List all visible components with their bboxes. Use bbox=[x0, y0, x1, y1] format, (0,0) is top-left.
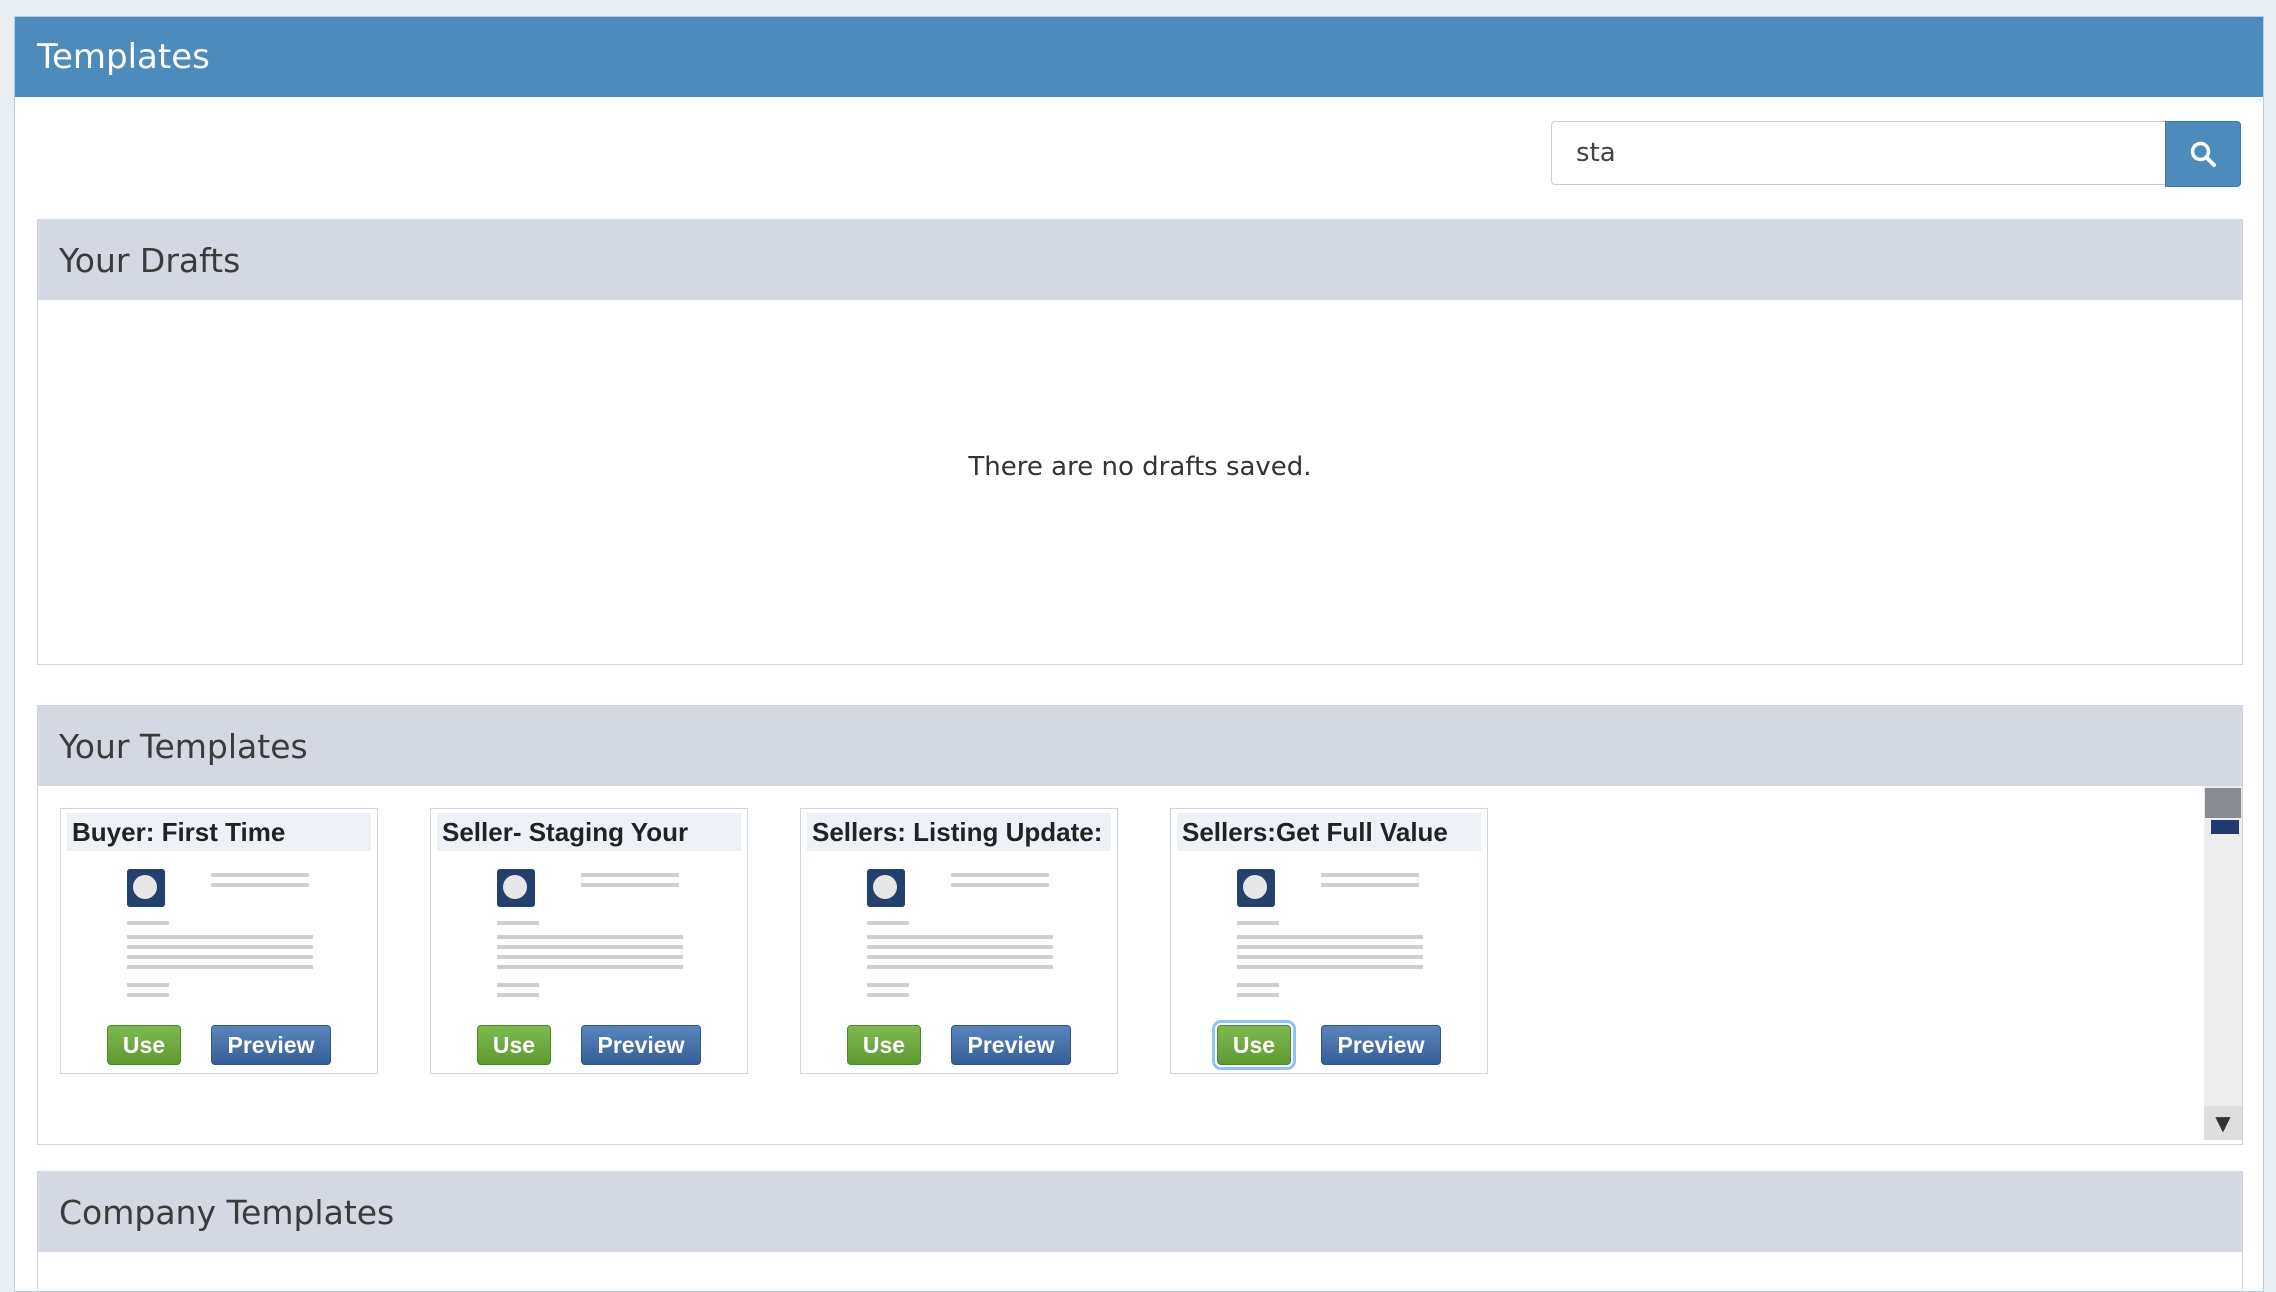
preview-button[interactable]: Preview bbox=[211, 1025, 331, 1065]
template-card: Seller- Staging Your Use Preview bbox=[430, 808, 748, 1074]
template-title: Buyer: First Time bbox=[67, 813, 371, 851]
search-button[interactable] bbox=[2165, 121, 2241, 187]
template-title: Sellers: Listing Update: bbox=[807, 813, 1111, 851]
drafts-empty-message: There are no drafts saved. bbox=[968, 452, 1312, 482]
preview-button[interactable]: Preview bbox=[951, 1025, 1071, 1065]
page-title: Templates bbox=[15, 17, 2263, 97]
template-card: Sellers:Get Full Value Use Preview bbox=[1170, 808, 1488, 1074]
company-templates-panel: Company Templates bbox=[37, 1171, 2243, 1291]
template-card: Buyer: First Time Use Preview bbox=[60, 808, 378, 1074]
template-title: Sellers:Get Full Value bbox=[1177, 813, 1481, 851]
template-thumbnail bbox=[127, 869, 313, 999]
logo-icon bbox=[497, 869, 535, 907]
use-button[interactable]: Use bbox=[1212, 1020, 1296, 1070]
template-thumbnail bbox=[1237, 869, 1423, 999]
scrollbar-thumb[interactable] bbox=[2205, 788, 2241, 818]
template-list-scrollbar[interactable]: ▼ bbox=[2204, 786, 2242, 1140]
templates-page: Templates Your Drafts There are no draft… bbox=[14, 16, 2264, 1292]
use-button[interactable]: Use bbox=[107, 1025, 181, 1065]
use-button[interactable]: Use bbox=[477, 1025, 551, 1065]
drafts-title: Your Drafts bbox=[38, 220, 2242, 300]
preview-button[interactable]: Preview bbox=[1321, 1025, 1441, 1065]
preview-button[interactable]: Preview bbox=[581, 1025, 701, 1065]
template-list[interactable]: Buyer: First Time Use Preview Seller- St… bbox=[38, 786, 2242, 1142]
your-templates-title: Your Templates bbox=[38, 706, 2242, 786]
logo-icon bbox=[867, 869, 905, 907]
company-templates-title: Company Templates bbox=[38, 1172, 2242, 1252]
scrollbar-indicator bbox=[2211, 820, 2239, 834]
template-thumbnail bbox=[497, 869, 683, 999]
template-title: Seller- Staging Your bbox=[437, 813, 741, 851]
your-templates-panel: Your Templates Buyer: First Time Use Pre… bbox=[37, 705, 2243, 1145]
search-icon bbox=[2190, 141, 2216, 167]
use-button[interactable]: Use bbox=[847, 1025, 921, 1065]
scroll-down-arrow-icon[interactable]: ▼ bbox=[2204, 1106, 2242, 1140]
logo-icon bbox=[1237, 869, 1275, 907]
template-thumbnail bbox=[867, 869, 1053, 999]
search-box bbox=[1551, 121, 2241, 187]
template-card: Sellers: Listing Update: Use Preview bbox=[800, 808, 1118, 1074]
logo-icon bbox=[127, 869, 165, 907]
search-row bbox=[15, 97, 2263, 217]
search-input[interactable] bbox=[1551, 121, 2165, 185]
drafts-panel: Your Drafts There are no drafts saved. bbox=[37, 219, 2243, 665]
